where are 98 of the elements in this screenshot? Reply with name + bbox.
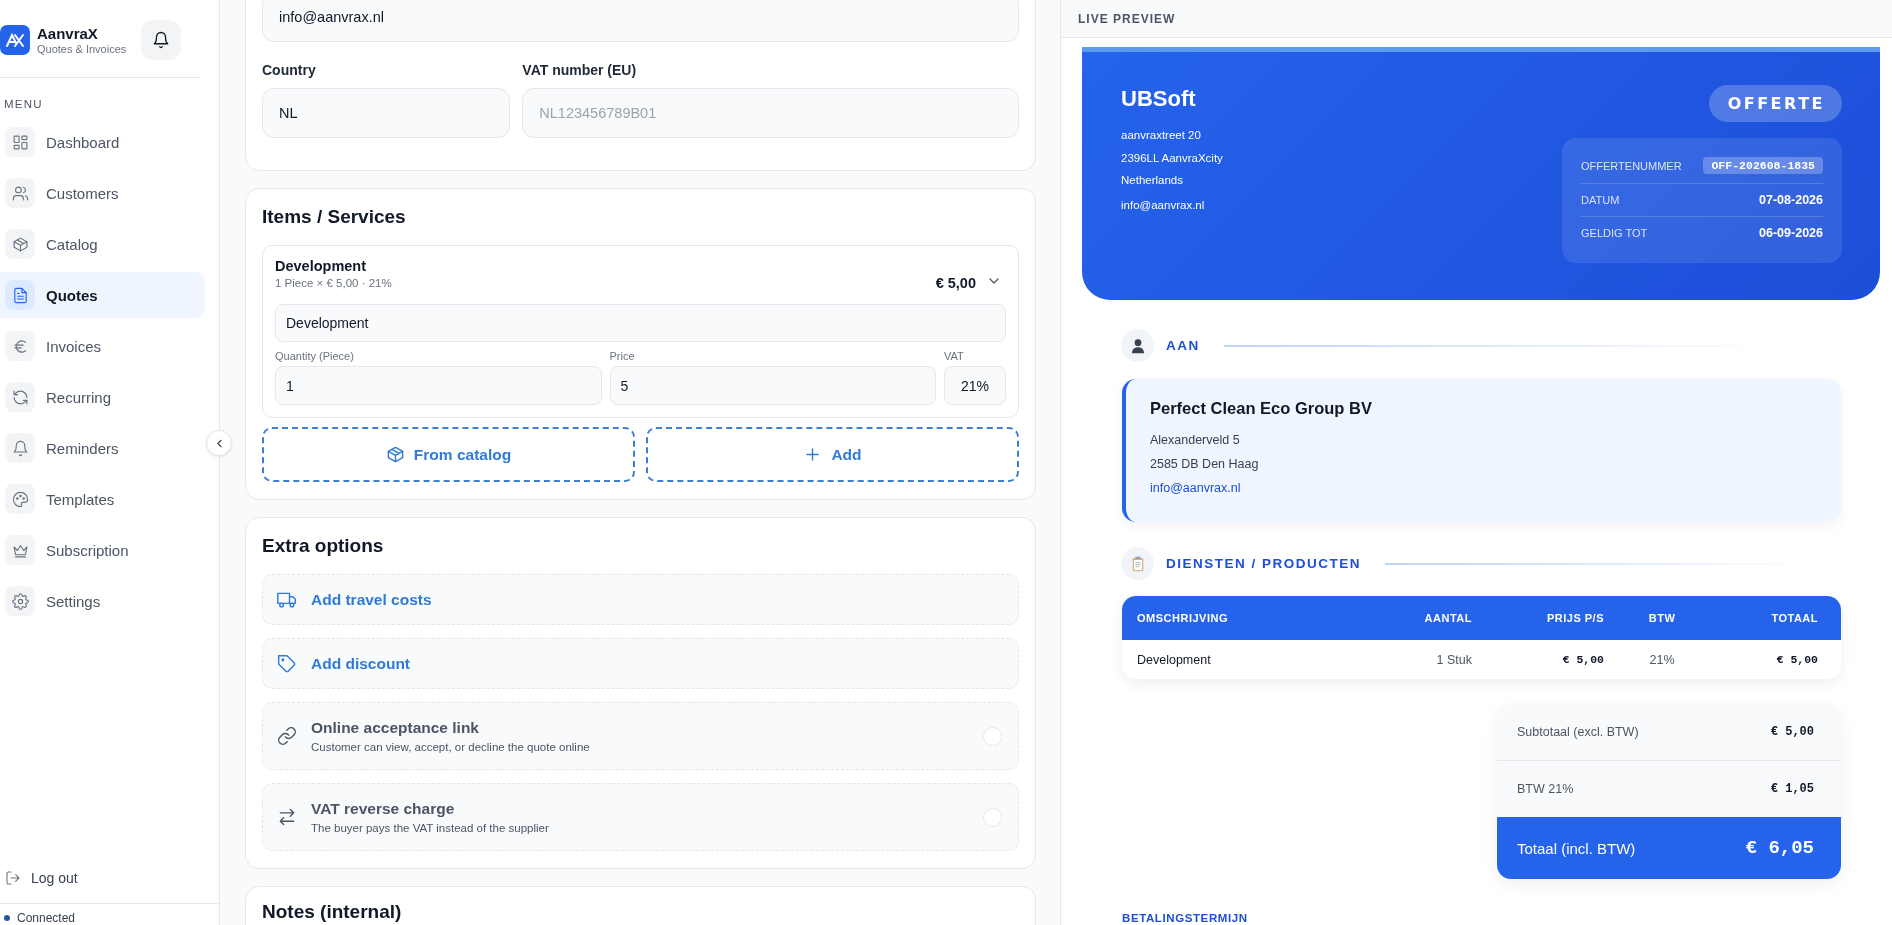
- field-label: VAT: [944, 350, 965, 362]
- company-address-line: aanvraxtreet 20: [1121, 128, 1202, 143]
- item-summary: 1 Piece × € 5,00 · 21%: [275, 277, 393, 289]
- table-cell-text: 1 Stuk: [1435, 651, 1472, 669]
- palette-icon: [11, 490, 29, 508]
- cube-icon: [385, 445, 405, 464]
- table-cell-text: Development: [1136, 651, 1212, 669]
- company-email: info@aanvrax.nl: [1121, 198, 1206, 211]
- section-title: DIENSTEN / PRODUCTEN: [1166, 556, 1361, 571]
- sidebar-item[interactable]: Customers: [0, 170, 205, 216]
- section-title: AAN: [1166, 338, 1200, 353]
- swap-arrows-icon: [277, 807, 297, 827]
- option-title: VAT reverse charge: [311, 800, 456, 818]
- country-field[interactable]: NL: [262, 88, 511, 138]
- users-icon: [11, 184, 29, 202]
- description-field[interactable]: Development: [275, 304, 1006, 342]
- item-total: € 5,00: [935, 275, 976, 291]
- brand-tagline: Quotes & Invoices: [37, 43, 128, 55]
- sidebar-item[interactable]: Dashboard: [0, 119, 205, 165]
- total-label: BTW 21%: [1517, 782, 1574, 796]
- option-description: Customer can view, accept, or decline the quote online: [311, 741, 591, 753]
- connection-status: Connected: [17, 910, 76, 925]
- price-field[interactable]: 5: [609, 366, 936, 405]
- table-cell-text: € 5,00: [1775, 652, 1819, 668]
- total-label: Subtotaal (excl. BTW): [1517, 725, 1639, 739]
- recipient-name: Perfect Clean Eco Group BV: [1150, 399, 1373, 418]
- field-label: VAT number (EU): [522, 62, 638, 78]
- section-title: Notes (internal): [262, 901, 403, 923]
- option-button[interactable]: Add travel costs: [262, 574, 1019, 625]
- refresh-icon: [11, 388, 29, 406]
- logout-button[interactable]: Log out: [0, 863, 78, 893]
- sidebar-item[interactable]: Recurring: [0, 374, 205, 420]
- bell-icon: [152, 31, 170, 49]
- grand-total-label: Totaal (incl. BTW): [1517, 839, 1636, 857]
- field-label: Price: [609, 350, 636, 362]
- column-header: AANTAL: [1372, 596, 1472, 640]
- grid-icon: [11, 133, 29, 151]
- notifications-button[interactable]: [141, 20, 181, 60]
- meta-label: DATUM: [1581, 194, 1620, 206]
- sidebar-item[interactable]: Templates: [0, 476, 205, 522]
- recipient-address-line: 2585 DB Den Haag: [1150, 456, 1260, 473]
- sidebar-item[interactable]: Invoices: [0, 323, 205, 369]
- status-dot-icon: [4, 914, 10, 921]
- brand-name: AanvraX: [37, 25, 99, 42]
- sidebar-item[interactable]: Quotes: [0, 272, 205, 318]
- company-address-line: 2396LL AanvraXcity: [1121, 150, 1224, 166]
- sidebar-item[interactable]: Settings: [0, 578, 205, 624]
- quantity-field[interactable]: 1: [275, 366, 602, 405]
- meta-value: 07-08-2026: [1759, 193, 1823, 207]
- sidebar-item[interactable]: Catalog: [0, 221, 205, 267]
- document-icon: [11, 286, 29, 304]
- bell-icon: [11, 439, 29, 457]
- company-address-line: Netherlands: [1121, 173, 1184, 188]
- section-title: Items / Services: [262, 206, 407, 228]
- euro-icon: [11, 337, 29, 355]
- email-field[interactable]: info@aanvrax.nl: [262, 0, 1019, 42]
- column-header: TOTAAL: [1720, 596, 1841, 640]
- field-label: Country: [262, 62, 317, 78]
- logout-icon: [5, 870, 21, 886]
- total-value: € 1,05: [1770, 782, 1814, 796]
- toggle-radio[interactable]: [983, 726, 1002, 746]
- link-icon: [277, 726, 297, 746]
- vat-field[interactable]: 21%: [944, 366, 1006, 405]
- company-name: UBSoft: [1121, 86, 1197, 112]
- column-header: BTW: [1604, 596, 1720, 640]
- meta-label: OFFERTENUMMER: [1581, 159, 1682, 172]
- from-catalog-button[interactable]: From catalog: [262, 427, 635, 482]
- cube-icon: [11, 235, 29, 253]
- meta-value: OFF-202608-1835: [1703, 157, 1823, 174]
- collapse-sidebar-button[interactable]: [206, 430, 232, 456]
- person-icon: [1129, 337, 1146, 354]
- menu-heading: MENU: [3, 97, 44, 112]
- panel-title: LIVE PREVIEW: [1078, 11, 1176, 26]
- table-cell-text: € 5,00: [1561, 652, 1604, 668]
- section-title: Extra options: [262, 535, 385, 557]
- meta-label: GELDIG TOT: [1581, 227, 1648, 239]
- vat-number-field[interactable]: NL123456789B01: [522, 88, 1019, 138]
- settings-icon: [11, 592, 29, 610]
- grand-total-value: € 6,05: [1745, 837, 1814, 859]
- column-header: OMSCHRIJVING: [1122, 596, 1372, 640]
- add-item-button[interactable]: Add: [646, 427, 1019, 482]
- table-cell-text: 21%: [1648, 651, 1676, 669]
- section-title: BETALINGSTERMIJN: [1122, 912, 1249, 924]
- column-header: PRIJS P/S: [1472, 596, 1604, 640]
- field-label: Quantity (Piece): [275, 350, 355, 362]
- recipient-address-line: Alexanderveld 5: [1150, 432, 1241, 449]
- toggle-radio[interactable]: [983, 807, 1002, 827]
- tag-icon: [277, 653, 297, 674]
- option-description: The buyer pays the VAT instead of the supplier: [311, 822, 550, 834]
- option-button[interactable]: Add discount: [262, 638, 1019, 689]
- sidebar-item[interactable]: Reminders: [0, 425, 205, 471]
- meta-value: 06-09-2026: [1759, 226, 1823, 240]
- total-value: € 5,00: [1770, 725, 1814, 739]
- document-type-badge: OFFERTE: [1708, 85, 1842, 122]
- recipient-email: info@aanvrax.nl: [1150, 480, 1242, 497]
- item-name: Development: [275, 258, 368, 274]
- option-title: Online acceptance link: [311, 719, 480, 737]
- sidebar-item[interactable]: Subscription: [0, 527, 205, 573]
